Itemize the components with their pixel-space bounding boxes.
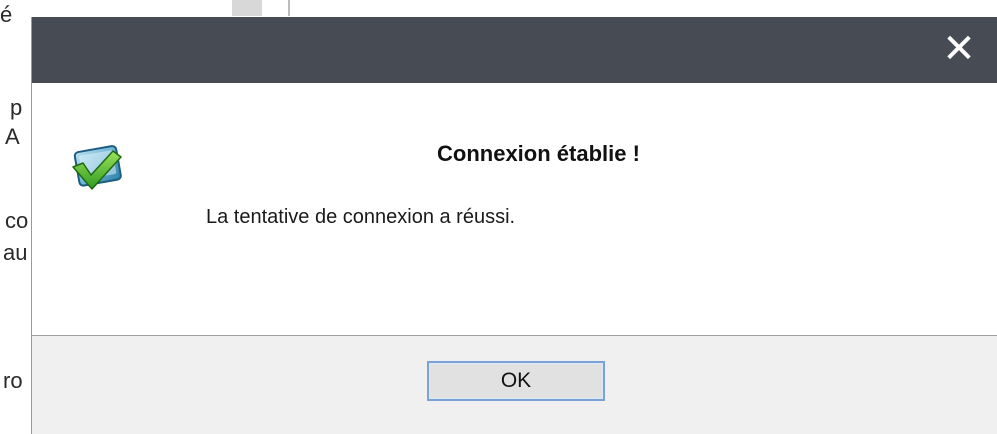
dialog-footer: OK: [32, 336, 997, 434]
background-element: [288, 0, 290, 16]
connection-success-check-icon: [72, 145, 122, 190]
close-icon[interactable]: ✕: [937, 29, 981, 69]
background-element: [232, 0, 262, 16]
ok-button[interactable]: OK: [427, 361, 605, 401]
background-text-fragment: é: [0, 2, 13, 27]
dialog-message: La tentative de connexion a réussi.: [206, 206, 516, 228]
background-text-fragment: ro: [3, 368, 23, 393]
message-dialog: ✕ Connexion établie ! La tentative de co…: [32, 17, 997, 434]
background-text-fragment: A: [5, 124, 20, 149]
dialog-titlebar: ✕: [32, 17, 997, 83]
background-text-fragment: p: [10, 95, 23, 120]
background-text-fragment: au: [3, 240, 28, 265]
background-text-fragment: co: [5, 208, 29, 233]
dialog-content: Connexion établie ! La tentative de conn…: [32, 83, 997, 335]
dialog-title: Connexion établie !: [437, 141, 640, 166]
